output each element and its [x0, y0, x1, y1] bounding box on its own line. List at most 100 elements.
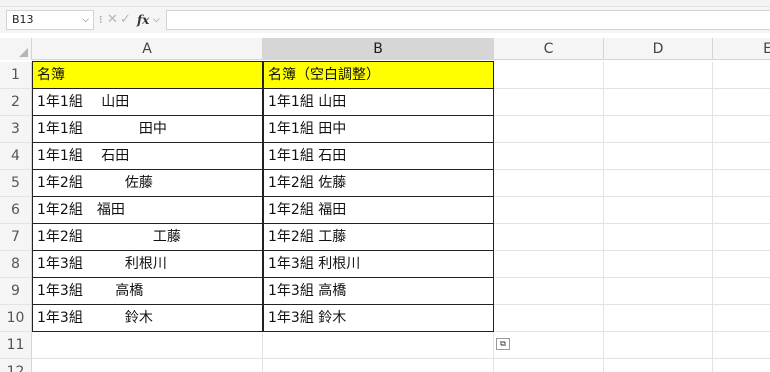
- cell-e2[interactable]: [713, 89, 770, 116]
- cell-a12[interactable]: [32, 359, 263, 372]
- cell-d3[interactable]: [604, 116, 713, 143]
- row-header[interactable]: 1: [0, 62, 32, 89]
- cell-d1[interactable]: [604, 62, 713, 89]
- cell-d12[interactable]: [604, 359, 713, 372]
- cell-d9[interactable]: [604, 278, 713, 305]
- cell-c9[interactable]: [494, 278, 604, 305]
- row-header[interactable]: 8: [0, 251, 32, 278]
- select-all-button[interactable]: [0, 38, 32, 60]
- cell-d4[interactable]: [604, 143, 713, 170]
- table-row: 11: [0, 332, 770, 359]
- cell-c2[interactable]: [494, 89, 604, 116]
- cell-a7[interactable]: 1年2組 工藤: [32, 223, 263, 251]
- cell-c6[interactable]: [494, 197, 604, 224]
- cell-e1[interactable]: [713, 62, 770, 89]
- cell-d6[interactable]: [604, 197, 713, 224]
- cell-a11[interactable]: [32, 332, 263, 359]
- row-header[interactable]: 4: [0, 143, 32, 170]
- row-header[interactable]: 5: [0, 170, 32, 197]
- more-options-icon[interactable]: ⁝: [99, 11, 103, 29]
- cell-a2[interactable]: 1年1組 山田: [32, 88, 263, 116]
- row-header[interactable]: 2: [0, 89, 32, 116]
- column-header-row: A B C D E: [0, 38, 770, 60]
- cell-e12[interactable]: [713, 359, 770, 372]
- cell-e6[interactable]: [713, 197, 770, 224]
- paste-options-icon[interactable]: ⧉: [496, 338, 510, 350]
- cell-c1[interactable]: [494, 62, 604, 89]
- cell-b10[interactable]: 1年3組 鈴木: [263, 304, 494, 332]
- cell-c4[interactable]: [494, 143, 604, 170]
- table-row: 4 1年1組 石田 1年1組 石田: [0, 142, 770, 170]
- column-header-b[interactable]: B: [263, 38, 494, 60]
- cell-a8[interactable]: 1年3組 利根川: [32, 250, 263, 278]
- chevron-down-icon[interactable]: ⌵: [153, 10, 160, 30]
- cell-a4[interactable]: 1年1組 石田: [32, 142, 263, 170]
- row-header[interactable]: 6: [0, 197, 32, 224]
- row-header[interactable]: 3: [0, 116, 32, 143]
- table-row: 12: [0, 359, 770, 372]
- table-row: 3 1年1組 田中 1年1組 田中: [0, 115, 770, 143]
- cell-c10[interactable]: [494, 305, 604, 332]
- cell-d7[interactable]: [604, 224, 713, 251]
- cell-c12[interactable]: [494, 359, 604, 372]
- cell-b8[interactable]: 1年3組 利根川: [263, 250, 494, 278]
- formula-bar: B13 ⌵ ⁝ ✕ ✓ fx ⌵: [0, 7, 770, 33]
- cell-a9[interactable]: 1年3組 高橋: [32, 277, 263, 305]
- cell-b6[interactable]: 1年2組 福田: [263, 196, 494, 224]
- cell-b2[interactable]: 1年1組 山田: [263, 88, 494, 116]
- cell-e4[interactable]: [713, 143, 770, 170]
- select-all-icon: [19, 48, 28, 57]
- cancel-icon[interactable]: ✕: [107, 10, 118, 30]
- cell-e8[interactable]: [713, 251, 770, 278]
- cell-c8[interactable]: [494, 251, 604, 278]
- cell-b4[interactable]: 1年1組 石田: [263, 142, 494, 170]
- cell-d10[interactable]: [604, 305, 713, 332]
- cell-e3[interactable]: [713, 116, 770, 143]
- cell-c3[interactable]: [494, 116, 604, 143]
- cell-d2[interactable]: [604, 89, 713, 116]
- worksheet-grid: A B C D E 1 名簿 名簿（空白調整） 2 1年1組 山田 1年1組 山田 3 1年1…: [0, 38, 770, 372]
- row-header[interactable]: 12: [0, 359, 32, 372]
- formula-input[interactable]: [166, 10, 770, 30]
- column-header-d[interactable]: D: [604, 38, 713, 60]
- column-header-a[interactable]: A: [32, 38, 263, 60]
- cell-e9[interactable]: [713, 278, 770, 305]
- cell-c11[interactable]: [494, 332, 604, 359]
- cell-d11[interactable]: [604, 332, 713, 359]
- cell-a10[interactable]: 1年3組 鈴木: [32, 304, 263, 332]
- table-row: 5 1年2組 佐藤 1年2組 佐藤: [0, 169, 770, 197]
- row-header[interactable]: 10: [0, 305, 32, 332]
- table-row: 10 1年3組 鈴木 1年3組 鈴木: [0, 304, 770, 332]
- cell-a3[interactable]: 1年1組 田中: [32, 115, 263, 143]
- cell-b9[interactable]: 1年3組 高橋: [263, 277, 494, 305]
- cell-b5[interactable]: 1年2組 佐藤: [263, 169, 494, 197]
- cell-e10[interactable]: [713, 305, 770, 332]
- column-header-e[interactable]: E: [713, 38, 770, 60]
- table-row: 7 1年2組 工藤 1年2組 工藤: [0, 223, 770, 251]
- cell-d5[interactable]: [604, 170, 713, 197]
- insert-function-icon[interactable]: fx: [137, 10, 149, 30]
- cell-e11[interactable]: [713, 332, 770, 359]
- cell-e7[interactable]: [713, 224, 770, 251]
- column-header-c[interactable]: C: [494, 38, 604, 60]
- table-row: 1 名簿 名簿（空白調整）: [0, 61, 770, 89]
- cell-b3[interactable]: 1年1組 田中: [263, 115, 494, 143]
- cell-b11[interactable]: [263, 332, 494, 359]
- cell-e5[interactable]: [713, 170, 770, 197]
- cell-a5[interactable]: 1年2組 佐藤: [32, 169, 263, 197]
- cell-d8[interactable]: [604, 251, 713, 278]
- row-header[interactable]: 7: [0, 224, 32, 251]
- chevron-down-icon[interactable]: ⌵: [82, 11, 89, 29]
- row-header[interactable]: 11: [0, 332, 32, 359]
- name-box-value: B13: [12, 13, 34, 26]
- cell-c5[interactable]: [494, 170, 604, 197]
- name-box[interactable]: B13 ⌵: [6, 10, 94, 30]
- cell-c7[interactable]: [494, 224, 604, 251]
- cell-a6[interactable]: 1年2組 福田: [32, 196, 263, 224]
- cell-b1[interactable]: 名簿（空白調整）: [263, 61, 494, 89]
- cell-b7[interactable]: 1年2組 工藤: [263, 223, 494, 251]
- cell-a1[interactable]: 名簿: [32, 61, 263, 89]
- enter-icon[interactable]: ✓: [120, 10, 131, 30]
- row-header[interactable]: 9: [0, 278, 32, 305]
- cell-b12[interactable]: [263, 359, 494, 372]
